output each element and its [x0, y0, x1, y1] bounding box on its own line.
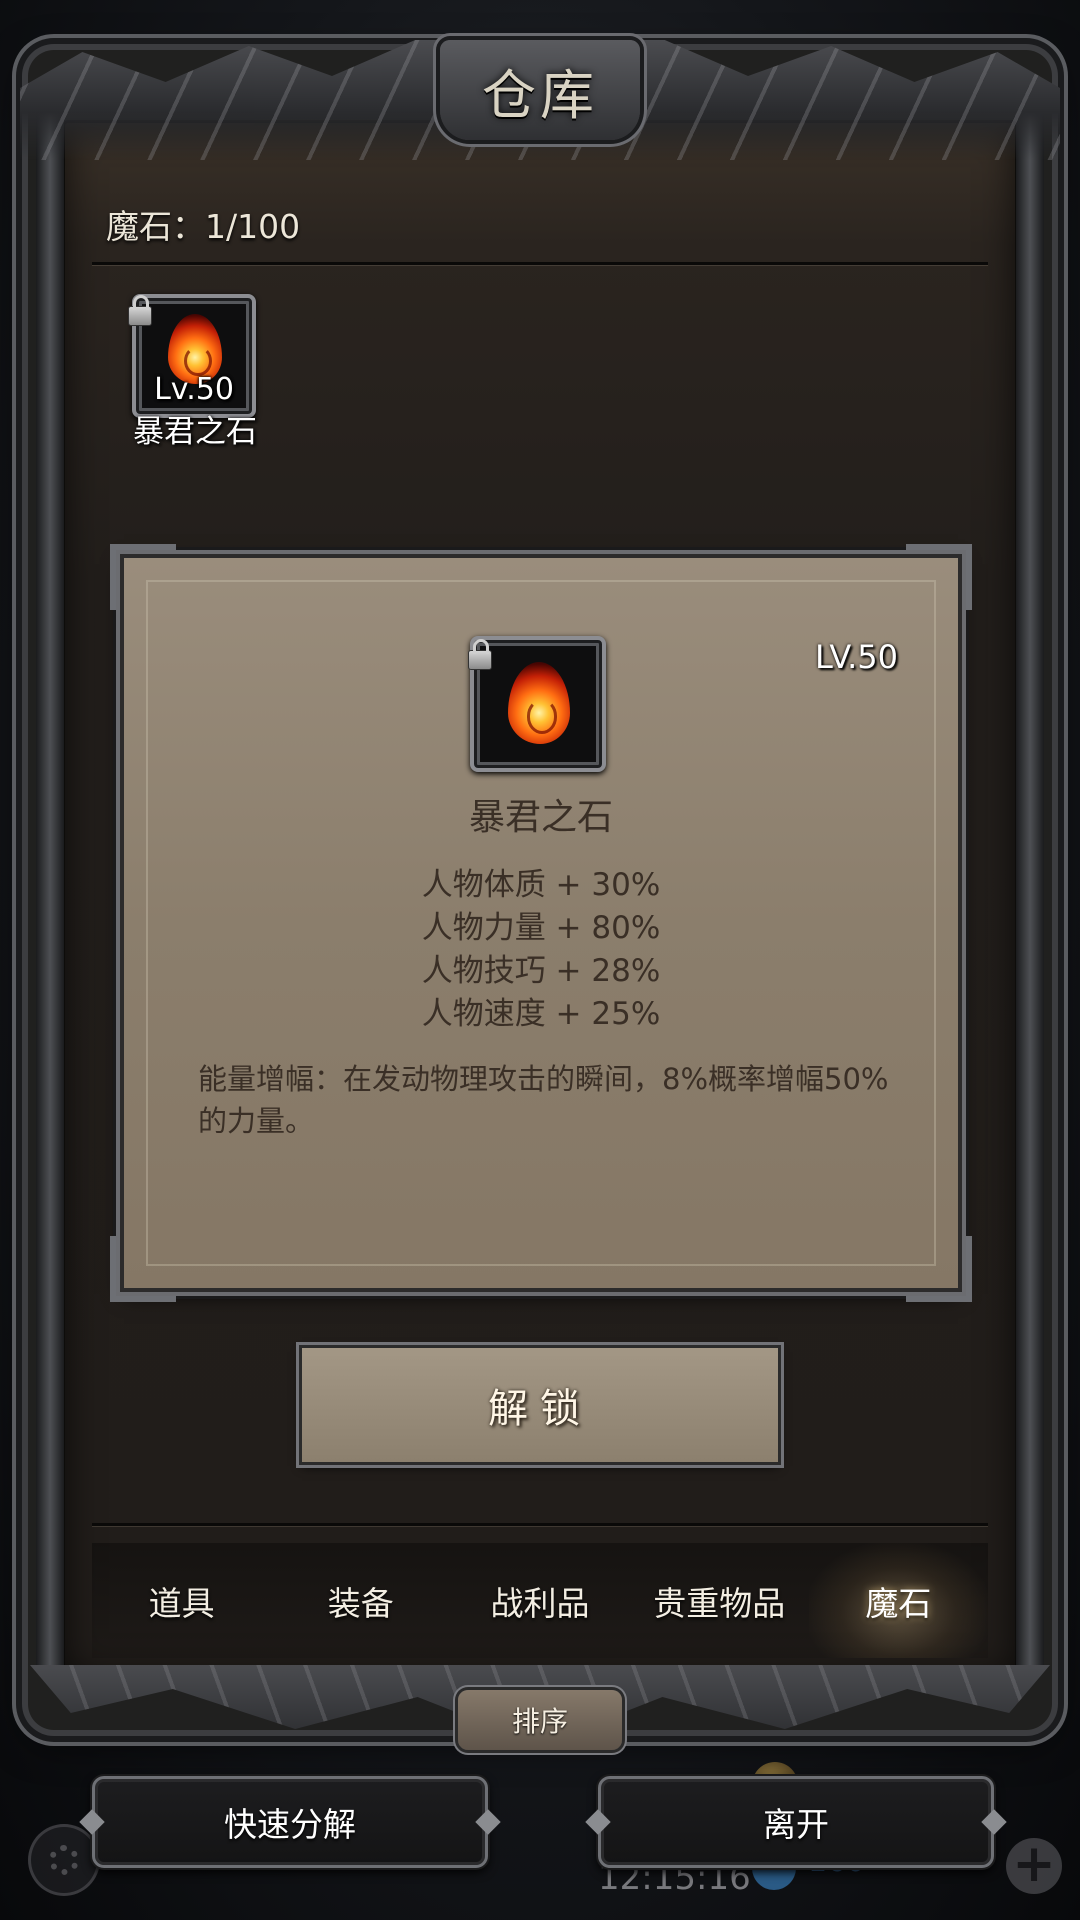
detail-item-name: 暴君之石: [468, 797, 613, 838]
divider-top: [92, 262, 988, 265]
stat-list: 人物体质 + 30% 人物力量 + 80% 人物技巧 + 28% 人物速度 + …: [124, 864, 958, 1036]
capacity-counter: 魔石：1/100: [106, 207, 301, 246]
stat-line: 人物速度 + 25%: [421, 996, 661, 1032]
tab-equipment[interactable]: 装备: [271, 1543, 450, 1658]
panel-corner: [110, 1236, 176, 1302]
category-tabs: 道具 装备 战利品 贵重物品 魔石: [92, 1543, 989, 1658]
panel-corner: [906, 544, 972, 610]
unlock-button-label: 解锁: [488, 1386, 592, 1432]
inventory-slot[interactable]: Lv.50: [128, 294, 256, 418]
sort-button[interactable]: 排序: [458, 1690, 622, 1750]
tab-magic-stones[interactable]: 魔石: [808, 1543, 989, 1658]
title-plate: 仓库: [440, 40, 640, 140]
tab-items[interactable]: 道具: [92, 1543, 271, 1658]
tab-loot[interactable]: 战利品: [450, 1543, 629, 1658]
item-description: 能量增幅：在发动物理攻击的瞬间，8%概率增幅50%的力量。: [198, 1062, 889, 1138]
stat-line: 人物体质 + 30%: [421, 867, 661, 903]
leave-button[interactable]: 离开: [598, 1776, 994, 1868]
frame-side-left: [36, 110, 64, 1670]
game-screen: 12:15:16 160 + 仓库 魔石：1/100 Lv.50 暴君之石 LV…: [0, 0, 1080, 1920]
quick-decompose-button[interactable]: 快速分解: [92, 1776, 488, 1868]
lock-icon: [468, 639, 492, 670]
slot-item-name: 暴君之石: [133, 414, 257, 450]
unlock-button[interactable]: 解锁: [302, 1348, 778, 1462]
slot-level: Lv.50: [154, 372, 234, 407]
stat-line: 人物力量 + 80%: [421, 910, 661, 946]
window-title: 仓库: [482, 63, 598, 127]
lock-icon: [128, 295, 152, 326]
divider-bottom: [92, 1523, 988, 1526]
tab-valuables[interactable]: 贵重物品: [630, 1543, 809, 1658]
panel-corner: [110, 544, 176, 610]
detail-item-icon: [468, 636, 606, 772]
panel-corner: [906, 1236, 972, 1302]
gear-icon[interactable]: [28, 1824, 100, 1896]
plus-icon[interactable]: +: [1006, 1838, 1062, 1894]
frame-side-right: [1016, 110, 1044, 1670]
item-detail-panel: LV.50 暴君之石 人物体质 + 30% 人物力量 + 80% 人物技巧 + …: [110, 544, 972, 1302]
stat-line: 人物技巧 + 28%: [421, 953, 661, 989]
detail-level: LV.50: [815, 638, 898, 676]
